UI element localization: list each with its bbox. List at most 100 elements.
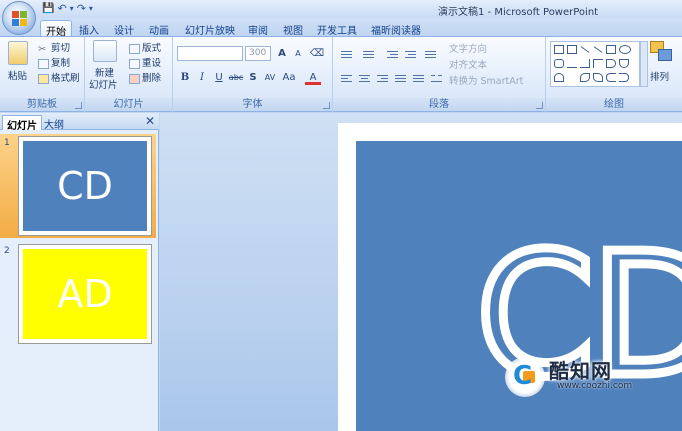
- arrow-shape-icon[interactable]: [593, 46, 603, 53]
- brush-icon: [38, 73, 49, 84]
- office-logo-icon: [12, 11, 28, 27]
- undo-icon[interactable]: ↶: [57, 2, 66, 16]
- coozhi-logo-icon: C: [505, 357, 545, 397]
- reset-button[interactable]: 重设: [129, 55, 161, 69]
- font-launcher-icon[interactable]: [323, 102, 330, 109]
- watermark-name: 酷知网: [549, 359, 612, 383]
- tab-insert[interactable]: 插入: [74, 20, 104, 37]
- shapes-scrollbar[interactable]: [640, 41, 648, 87]
- delete-button[interactable]: 删除: [129, 70, 161, 84]
- numbering-icon[interactable]: [361, 49, 376, 60]
- redo-icon[interactable]: ↷: [77, 2, 86, 16]
- tab-home[interactable]: 开始: [40, 20, 72, 38]
- align-text-button[interactable]: 对齐文本: [449, 57, 487, 71]
- oval-shape-icon[interactable]: [619, 45, 631, 54]
- tab-review[interactable]: 审阅: [243, 20, 273, 37]
- rounded-rect-shape-icon[interactable]: [554, 59, 564, 68]
- panel-tabs: 幻灯片 大纲 ✕: [0, 113, 159, 132]
- align-center-icon[interactable]: [357, 73, 372, 84]
- elbow-arrow-shape-icon[interactable]: [593, 59, 603, 68]
- align-right-icon[interactable]: [375, 73, 390, 84]
- office-button[interactable]: [2, 1, 36, 35]
- tab-outline[interactable]: 大纲: [40, 115, 68, 131]
- change-case-button[interactable]: Aa: [281, 70, 297, 85]
- slide-thumbnail-2[interactable]: AD: [18, 244, 152, 344]
- line-spacing-icon[interactable]: [423, 49, 438, 60]
- reset-icon: [129, 58, 140, 69]
- new-slide-button[interactable]: 幻灯片: [89, 77, 118, 91]
- tab-animations[interactable]: 动画: [144, 20, 174, 37]
- undo-dropdown-icon[interactable]: ▾: [70, 2, 74, 16]
- arrange-button[interactable]: 排列: [650, 41, 674, 83]
- down-arrow-shape-icon[interactable]: [619, 59, 629, 68]
- lightning-shape-icon[interactable]: [567, 73, 577, 82]
- align-left-icon[interactable]: [339, 73, 354, 84]
- right-arrow-shape-icon[interactable]: [606, 59, 616, 68]
- coozhi-watermark: C 酷知网 www.coozhi.com: [505, 355, 655, 399]
- close-icon[interactable]: ✕: [145, 114, 155, 128]
- group-label-drawing: 绘图: [546, 98, 682, 111]
- rectangle-shape-icon[interactable]: [606, 45, 616, 54]
- decrease-indent-icon[interactable]: [385, 49, 400, 60]
- new-slide-icon[interactable]: [93, 40, 117, 62]
- char-spacing-button[interactable]: AV: [262, 70, 278, 85]
- group-label-clipboard: 剪贴板: [0, 98, 84, 111]
- underline-button[interactable]: U: [211, 70, 227, 85]
- tab-slides[interactable]: 幻灯片: [2, 115, 42, 132]
- slide-number-1: 1: [4, 138, 10, 148]
- callout-shape-icon[interactable]: [554, 73, 564, 82]
- line-shape-icon[interactable]: [580, 46, 590, 53]
- freeform-shape-icon[interactable]: [593, 73, 603, 82]
- distributed-icon[interactable]: [411, 73, 426, 84]
- font-name-combo[interactable]: [177, 46, 243, 61]
- font-color-button[interactable]: A: [305, 70, 321, 85]
- bold-button[interactable]: B: [177, 70, 193, 85]
- elbow-shape-icon[interactable]: [580, 59, 590, 68]
- layout-button[interactable]: 版式: [129, 40, 161, 54]
- customize-qat-icon[interactable]: ▾: [89, 2, 93, 16]
- increase-indent-icon[interactable]: [403, 49, 418, 60]
- grow-font-button[interactable]: A: [274, 46, 290, 61]
- thumb-1-text: CD: [23, 141, 147, 231]
- columns-icon[interactable]: [429, 73, 444, 84]
- font-size-combo[interactable]: 300: [245, 46, 271, 61]
- cut-button[interactable]: ✂ 剪切: [38, 40, 70, 55]
- italic-button[interactable]: I: [194, 70, 210, 85]
- paragraph-launcher-icon[interactable]: [536, 102, 543, 109]
- justify-icon[interactable]: [393, 73, 408, 84]
- slide-thumbnail-1[interactable]: CD: [18, 136, 152, 236]
- tab-slideshow[interactable]: 幻灯片放映: [180, 20, 240, 37]
- right-brace-shape-icon[interactable]: [619, 73, 629, 82]
- shapes-gallery[interactable]: [550, 41, 640, 87]
- group-font: 300 A A ⌫ B I U abc S AV Aa A 字体: [173, 37, 333, 112]
- save-icon[interactable]: 💾: [42, 2, 54, 16]
- tab-foxit[interactable]: 福昕阅读器: [366, 20, 426, 37]
- text-direction-button[interactable]: 文字方向: [449, 41, 487, 55]
- copy-button[interactable]: 复制: [38, 55, 70, 69]
- tab-design[interactable]: 设计: [109, 20, 139, 37]
- tab-developer[interactable]: 开发工具: [312, 20, 362, 37]
- arrange-icon: [650, 41, 674, 63]
- paste-icon[interactable]: [8, 41, 28, 65]
- group-label-paragraph: 段落: [333, 98, 545, 111]
- triangle-shape-icon[interactable]: [567, 59, 577, 68]
- tab-view[interactable]: 视图: [278, 20, 308, 37]
- bullets-icon[interactable]: [339, 49, 354, 60]
- copy-icon: [38, 58, 49, 69]
- vertical-textbox-shape-icon[interactable]: [567, 45, 577, 54]
- textbox-shape-icon[interactable]: [554, 45, 564, 54]
- scissors-icon: ✂: [38, 43, 46, 55]
- format-painter-button[interactable]: 格式刷: [38, 70, 80, 84]
- text-shadow-button[interactable]: S: [245, 70, 261, 85]
- convert-smartart-button[interactable]: 转换为 SmartArt: [449, 73, 523, 87]
- curve-shape-icon[interactable]: [580, 73, 590, 82]
- strikethrough-button[interactable]: abc: [228, 70, 244, 85]
- group-drawing: 排列 绘图: [546, 37, 682, 112]
- left-brace-shape-icon[interactable]: [606, 73, 616, 82]
- paste-button[interactable]: 粘贴: [8, 68, 27, 82]
- clipboard-launcher-icon[interactable]: [75, 102, 82, 109]
- shrink-font-button[interactable]: A: [290, 46, 306, 61]
- group-slides: 新建 幻灯片 版式 重设 删除 幻灯片: [85, 37, 173, 112]
- clear-formatting-icon[interactable]: ⌫: [309, 46, 325, 61]
- quick-access-toolbar: 💾 ↶ ▾ ↷ ▾: [38, 1, 93, 17]
